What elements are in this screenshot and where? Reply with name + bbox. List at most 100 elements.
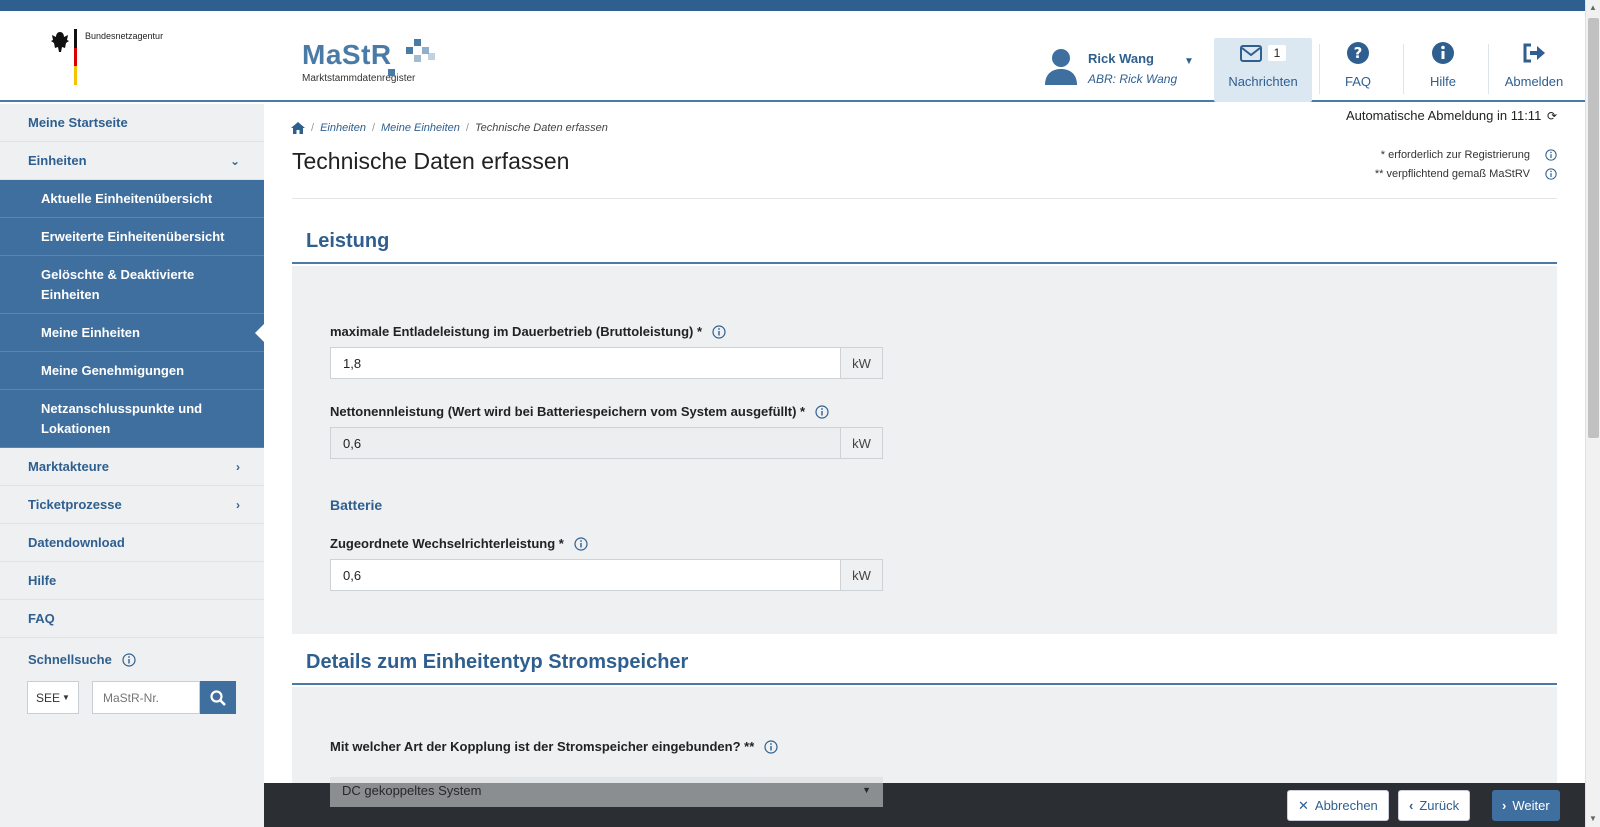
scrollbar-thumb[interactable]	[1588, 18, 1599, 438]
mastr-logo[interactable]: MaStR Marktstammdatenregister	[302, 39, 462, 101]
breadcrumb: / Einheiten / Meine Einheiten / Technisc…	[291, 122, 608, 134]
sidebar-item-label: Erweiterte Einheitenübersicht	[41, 229, 225, 244]
caret-down-icon: ▼	[62, 693, 70, 702]
refresh-icon[interactable]: ⟳	[1547, 109, 1557, 123]
section-heading-leistung: Leistung	[292, 228, 1557, 264]
info-circle-icon[interactable]	[764, 739, 778, 754]
back-button[interactable]: ‹ Zurück	[1398, 790, 1471, 821]
required-marker: *	[558, 536, 564, 551]
info-circle-icon[interactable]	[1545, 149, 1557, 161]
messages-button[interactable]: 1 Nachrichten	[1214, 38, 1312, 102]
required-marker: *	[800, 404, 806, 419]
requirement-legend: * erforderlich zur Registrierung ** verp…	[1375, 146, 1557, 184]
page-title: Technische Daten erfassen	[292, 148, 570, 174]
sidebar-item-label: Gelöschte & Deaktivierte Einheiten	[41, 266, 195, 302]
eagle-icon	[51, 32, 69, 52]
field-label-nettonennleistung: Nettonennleistung (Wert wird bei Batteri…	[330, 404, 829, 419]
section-heading-details: Details zum Einheitentyp Stromspeicher	[292, 649, 1557, 685]
required-note: * erforderlich zur Registrierung	[1380, 149, 1530, 161]
user-name: Rick Wang	[1088, 51, 1154, 66]
sidebar-subitem-netzanschlusspunkte[interactable]: Netzanschlusspunkte und Lokationen	[0, 390, 264, 448]
sidebar-item-marktakteure[interactable]: Marktakteure ›	[0, 448, 264, 486]
sidebar-item-label: Aktuelle Einheitenübersicht	[41, 191, 213, 206]
bruttoleistung-input[interactable]: 1,8 kW	[330, 347, 883, 379]
question-circle-icon: ?	[1347, 42, 1369, 64]
logout-button[interactable]: Abmelden	[1490, 38, 1578, 102]
sidebar-item-datendownload[interactable]: Datendownload	[0, 524, 264, 562]
chevron-right-icon: ›	[236, 460, 240, 474]
unit-addon: kW	[841, 559, 883, 591]
sidebar: Meine Startseite Einheiten ⌄ Aktuelle Ein…	[0, 104, 265, 827]
auto-logout-text: Automatische Abmeldung in 11:11	[1345, 108, 1542, 123]
logout-label: Abmelden	[1504, 74, 1564, 89]
field-label-kopplung: Mit welcher Art der Kopplung ist der Str…	[330, 739, 778, 754]
field-label-wechselrichterleistung: Zugeordnete Wechselrichterleistung *	[330, 536, 588, 551]
page-scrollbar[interactable]: ▲ ▼	[1585, 0, 1600, 827]
quicksearch-type-value: SEE	[36, 690, 61, 705]
caret-down-icon: ▼	[862, 785, 871, 795]
sidebar-item-label: Meine Einheiten	[41, 325, 140, 340]
agency-logo[interactable]: Bundesnetzagentur	[48, 29, 168, 99]
sidebar-item-label: Meine Startseite	[28, 115, 128, 130]
wechselrichterleistung-input[interactable]: 0,6 kW	[330, 559, 883, 591]
section-panel-leistung: maximale Entladeleistung im Dauerbetrieb…	[292, 266, 1557, 634]
sign-out-icon	[1523, 43, 1545, 63]
sidebar-item-label: Datendownload	[28, 535, 125, 550]
divider	[292, 198, 1557, 199]
info-circle-icon[interactable]	[815, 404, 829, 419]
faq-label: FAQ	[1344, 74, 1371, 89]
sidebar-item-label: FAQ	[28, 611, 55, 626]
action-bar: DC gekoppeltes System ▼ ✕ Abbrechen ‹ Zu…	[264, 777, 1585, 827]
chevron-right-icon: ›	[1502, 798, 1507, 813]
breadcrumb-einheiten[interactable]: Einheiten	[320, 122, 366, 134]
logo-squares-icon	[388, 39, 442, 79]
required-marker: *	[696, 324, 703, 339]
user-abr: ABR: Rick Wang	[1088, 72, 1178, 86]
sidebar-item-ticketprozesse[interactable]: Ticketprozesse ›	[0, 486, 264, 524]
auto-logout-timer: Automatische Abmeldung in 11:11 ⟳	[1346, 108, 1557, 123]
select-value: DC gekoppeltes System	[342, 783, 482, 798]
quicksearch-label: Schnellsuche	[28, 652, 112, 667]
quicksearch-input[interactable]	[92, 681, 200, 714]
user-menu[interactable]: Rick Wang ABR: Rick Wang ▼	[1044, 46, 1204, 96]
sidebar-subitem-geloeschte[interactable]: Gelöschte & Deaktivierte Einheiten	[0, 256, 264, 314]
kopplung-select[interactable]: DC gekoppeltes System ▼	[330, 777, 883, 807]
input-value[interactable]: 1,8	[330, 347, 841, 379]
sidebar-subitem-erweiterte-uebersicht[interactable]: Erweiterte Einheitenübersicht	[0, 218, 264, 256]
info-circle-icon[interactable]	[574, 536, 588, 551]
mandatory-note: ** verpflichtend gemaß MaStRV	[1374, 168, 1530, 180]
breadcrumb-meine-einheiten[interactable]: Meine Einheiten	[381, 122, 460, 134]
info-circle-icon[interactable]	[122, 652, 136, 667]
home-icon[interactable]	[291, 122, 305, 134]
quicksearch-type-select[interactable]: SEE ▼	[27, 681, 79, 714]
help-button[interactable]: Hilfe	[1405, 38, 1481, 102]
sidebar-item-einheiten[interactable]: Einheiten ⌄	[0, 142, 264, 180]
sidebar-subitem-genehmigungen[interactable]: Meine Genehmigungen	[0, 352, 264, 390]
sidebar-item-label: Netzanschlusspunkte und Lokationen	[41, 400, 203, 436]
quicksearch-heading: Schnellsuche	[0, 652, 264, 667]
caret-down-icon: ▼	[1184, 56, 1194, 67]
quicksearch-submit-button[interactable]	[200, 681, 236, 714]
messages-count-badge: 1	[1267, 45, 1287, 61]
info-circle-icon[interactable]	[712, 324, 726, 339]
input-value[interactable]: 0,6	[330, 559, 841, 591]
sidebar-subitem-aktuelle-uebersicht[interactable]: Aktuelle Einheitenübersicht	[0, 180, 264, 218]
subheading-batterie: Batterie	[330, 497, 383, 513]
close-icon: ✕	[1298, 797, 1309, 813]
app-header: Bundesnetzagentur MaStR Marktstammdatenr…	[0, 11, 1585, 102]
breadcrumb-current: Technische Daten erfassen	[474, 122, 608, 134]
label-text: Nettonennleistung (Wert wird bei Batteri…	[330, 404, 797, 419]
sidebar-item-startseite[interactable]: Meine Startseite	[0, 104, 264, 142]
section-title: Leistung	[306, 230, 390, 252]
sidebar-item-faq[interactable]: FAQ	[0, 600, 264, 638]
nav-divider	[1488, 44, 1489, 94]
next-button[interactable]: › Weiter	[1492, 790, 1560, 821]
sidebar-item-hilfe[interactable]: Hilfe	[0, 562, 264, 600]
info-circle-icon[interactable]	[1545, 168, 1557, 180]
cancel-button[interactable]: ✕ Abbrechen	[1287, 790, 1389, 821]
sidebar-subitem-meine-einheiten[interactable]: Meine Einheiten	[0, 314, 265, 352]
scroll-down-icon[interactable]: ▼	[1589, 814, 1597, 823]
faq-button[interactable]: ? FAQ	[1320, 38, 1396, 102]
main-content: / Einheiten / Meine Einheiten / Technisc…	[264, 104, 1585, 827]
scroll-up-icon[interactable]: ▲	[1589, 3, 1597, 12]
